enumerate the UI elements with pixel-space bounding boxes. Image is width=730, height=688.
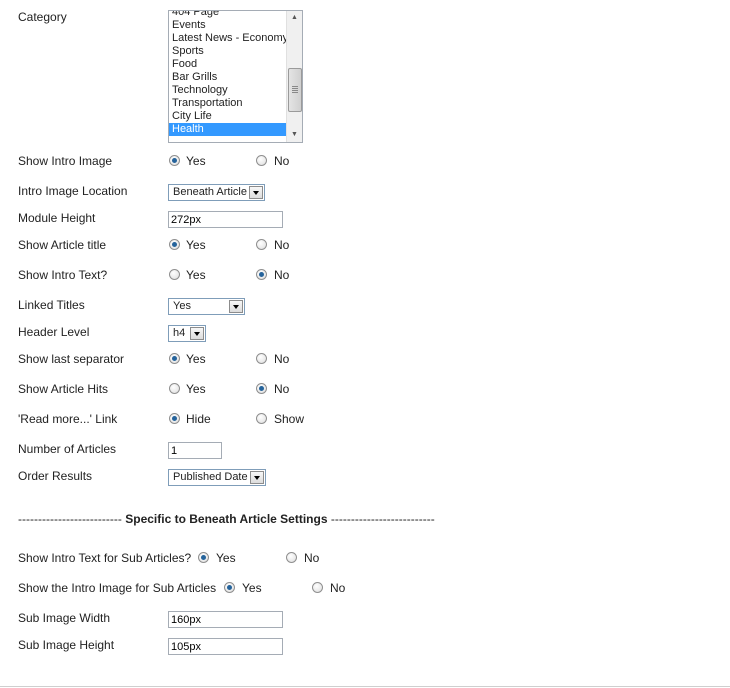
section-heading: Specific to Beneath Article Settings — [125, 512, 328, 526]
sub-intro-text-yes-label: Yes — [216, 551, 236, 565]
sub-intro-text-yes-radio[interactable] — [198, 552, 209, 563]
linked-titles-value: Yes — [173, 300, 191, 312]
category-option[interactable]: Transportation — [169, 97, 288, 110]
linked-titles-select[interactable]: Yes — [168, 298, 245, 315]
scroll-down-arrow-icon[interactable]: ▼ — [287, 128, 302, 142]
show-intro-image-no-label: No — [274, 154, 290, 168]
dropdown-arrow-icon[interactable] — [190, 327, 204, 340]
sub-intro-text-no-radio[interactable] — [286, 552, 297, 563]
sub-intro-image-label: Show the Intro Image for Sub Articles — [18, 581, 217, 595]
intro-image-location-value: Beneath Article — [173, 186, 247, 198]
bottom-divider — [0, 686, 730, 687]
category-option[interactable]: Sports — [169, 45, 288, 58]
order-results-label: Order Results — [18, 469, 93, 483]
category-option[interactable]: Latest News - Economy — [169, 32, 288, 45]
module-height-label: Module Height — [18, 211, 96, 225]
sub-intro-image-no-radio[interactable] — [312, 582, 323, 593]
sub-image-height-input[interactable] — [168, 638, 283, 655]
category-option[interactable]: Bar Grills — [169, 71, 288, 84]
sub-intro-image-yes-radio[interactable] — [224, 582, 235, 593]
show-last-separator-label: Show last separator — [18, 352, 125, 366]
sub-intro-image-no-label: No — [330, 581, 346, 595]
show-last-separator-no-radio[interactable] — [256, 353, 267, 364]
show-article-title-no-label: No — [274, 238, 290, 252]
category-scrollbar[interactable]: ▲ ▼ — [286, 11, 302, 142]
intro-image-location-select[interactable]: Beneath Article — [168, 184, 265, 201]
show-intro-text-yes-radio[interactable] — [169, 269, 180, 280]
divider-left-dashes: -------------------------- — [18, 512, 122, 526]
sub-image-height-label: Sub Image Height — [18, 638, 115, 652]
show-intro-image-label: Show Intro Image — [18, 154, 113, 168]
show-intro-image-no-radio[interactable] — [256, 155, 267, 166]
category-options: 404 Page Events Latest News - Economy Sp… — [169, 11, 288, 136]
divider-right-dashes: -------------------------- — [330, 512, 435, 526]
sub-image-width-input[interactable] — [168, 611, 283, 628]
read-more-hide-label: Hide — [186, 412, 211, 426]
header-level-value: h4 — [173, 327, 186, 339]
category-option[interactable]: City Life — [169, 110, 288, 123]
category-option[interactable]: Technology — [169, 84, 288, 97]
category-option[interactable]: Events — [169, 19, 288, 32]
number-of-articles-input[interactable] — [168, 442, 222, 459]
category-listbox[interactable]: 404 Page Events Latest News - Economy Sp… — [168, 10, 303, 143]
read-more-show-radio[interactable] — [256, 413, 267, 424]
sub-intro-text-no-label: No — [304, 551, 320, 565]
show-intro-image-yes-label: Yes — [186, 154, 206, 168]
read-more-link-label: 'Read more...' Link — [18, 412, 118, 426]
show-article-hits-yes-radio[interactable] — [169, 383, 180, 394]
show-intro-text-label: Show Intro Text? — [18, 268, 108, 282]
show-article-title-yes-label: Yes — [186, 238, 206, 252]
show-last-separator-yes-radio[interactable] — [169, 353, 180, 364]
read-more-show-label: Show — [274, 412, 305, 426]
show-last-separator-yes-label: Yes — [186, 352, 206, 366]
dropdown-arrow-icon[interactable] — [249, 186, 263, 199]
show-article-hits-no-label: No — [274, 382, 290, 396]
section-divider: -------------------------- Specific to B… — [18, 512, 435, 526]
number-of-articles-label: Number of Articles — [18, 442, 117, 456]
module-height-input[interactable] — [168, 211, 283, 228]
header-level-label: Header Level — [18, 325, 90, 339]
dropdown-arrow-icon[interactable] — [229, 300, 243, 313]
show-last-separator-no-label: No — [274, 352, 290, 366]
show-article-hits-no-radio[interactable] — [256, 383, 267, 394]
show-intro-text-yes-label: Yes — [186, 268, 206, 282]
sub-image-width-label: Sub Image Width — [18, 611, 111, 625]
show-article-title-label: Show Article title — [18, 238, 107, 252]
category-label: Category — [18, 10, 67, 24]
show-intro-text-no-radio[interactable] — [256, 269, 267, 280]
show-article-hits-yes-label: Yes — [186, 382, 206, 396]
linked-titles-label: Linked Titles — [18, 298, 85, 312]
intro-image-location-label: Intro Image Location — [18, 184, 128, 198]
show-article-title-yes-radio[interactable] — [169, 239, 180, 250]
show-article-title-no-radio[interactable] — [256, 239, 267, 250]
read-more-hide-radio[interactable] — [169, 413, 180, 424]
category-option[interactable]: 404 Page — [169, 11, 288, 19]
scroll-thumb[interactable] — [288, 68, 302, 112]
order-results-value: Published Date — [173, 471, 248, 483]
show-intro-image-yes-radio[interactable] — [169, 155, 180, 166]
category-option-selected[interactable]: Health — [169, 123, 288, 136]
show-article-hits-label: Show Article Hits — [18, 382, 109, 396]
show-intro-text-no-label: No — [274, 268, 290, 282]
category-option[interactable]: Food — [169, 58, 288, 71]
order-results-select[interactable]: Published Date — [168, 469, 266, 486]
dropdown-arrow-icon[interactable] — [250, 471, 264, 484]
sub-intro-text-label: Show Intro Text for Sub Articles? — [18, 551, 192, 565]
header-level-select[interactable]: h4 — [168, 325, 206, 342]
sub-intro-image-yes-label: Yes — [242, 581, 262, 595]
scroll-up-arrow-icon[interactable]: ▲ — [287, 11, 302, 25]
